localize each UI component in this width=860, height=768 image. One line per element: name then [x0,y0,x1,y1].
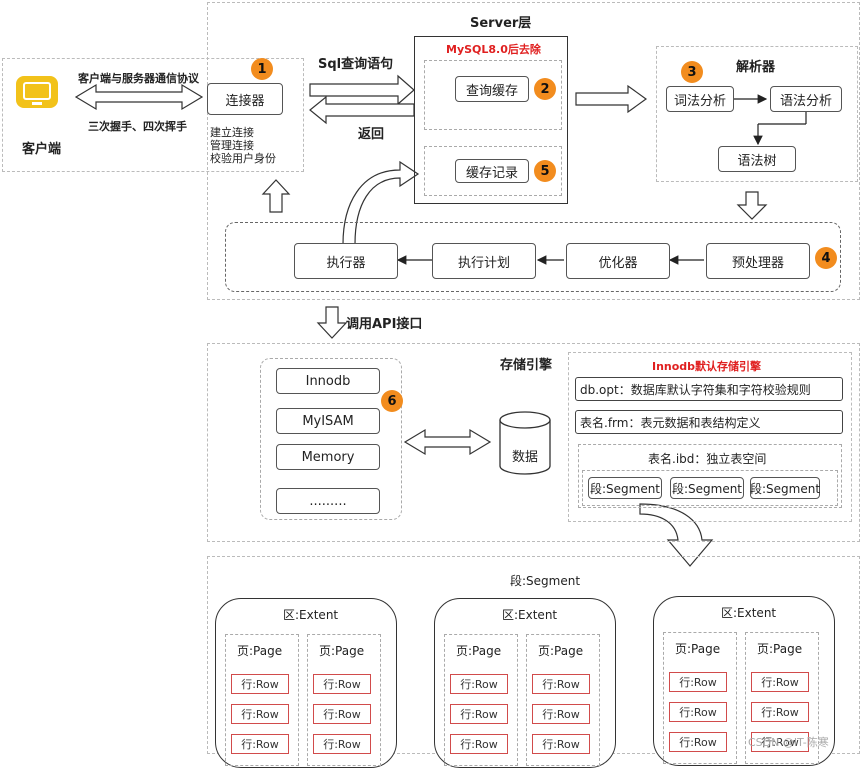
row-box: 行:Row [751,672,809,692]
extent-title: 区:Extent [283,608,339,622]
row-box: 行:Row [532,674,590,694]
innodb-title: Innodb默认存储引擎 [652,360,762,373]
row-box: 行:Row [669,702,727,722]
data-label: 数据 [512,450,539,465]
extent-title: 区:Extent [502,608,558,622]
segment-box: 段:Segment [750,477,820,499]
row-box: 行:Row [669,672,727,692]
row-box: 行:Row [450,734,508,754]
row-box: 行:Row [450,704,508,724]
page-title: 页:Page [456,644,502,658]
page-title: 页:Page [757,642,803,656]
extent-title: 区:Extent [721,606,777,620]
row-box: 行:Row [751,702,809,722]
row-box: 行:Row [532,704,590,724]
watermark: CSDN @IT-陈寒 [748,736,829,749]
row-box: 行:Row [532,734,590,754]
page-title: 页:Page [237,644,283,658]
row-box: 行:Row [231,704,289,724]
segment-title: 段:Segment [510,574,581,588]
row-box: 行:Row [313,674,371,694]
ibd-label: 表名.ibd：独立表空间 [648,452,767,466]
page-title: 页:Page [319,644,365,658]
row-box: 行:Row [450,674,508,694]
segment-box: 段:Segment [588,477,662,499]
row-box: 行:Row [669,732,727,752]
frm-row: 表名.frm：表元数据和表结构定义 [575,410,843,434]
db-opt-row: db.opt：数据库默认字符集和字符校验规则 [575,377,843,401]
page-title: 页:Page [675,642,721,656]
row-box: 行:Row [313,704,371,724]
segment-box: 段:Segment [670,477,744,499]
row-box: 行:Row [231,734,289,754]
page-title: 页:Page [538,644,584,658]
row-box: 行:Row [231,674,289,694]
row-box: 行:Row [313,734,371,754]
